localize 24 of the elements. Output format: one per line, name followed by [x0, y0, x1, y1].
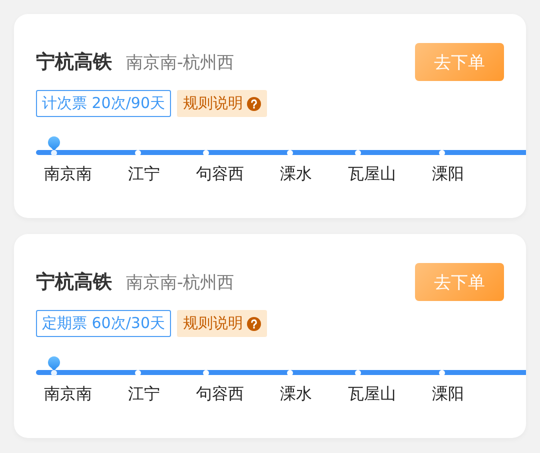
station-name: 江宁	[128, 164, 160, 185]
station-name: 溧阳	[432, 164, 464, 185]
route-text: 南京南-杭州西	[126, 272, 234, 294]
line-title: 宁杭高铁	[36, 270, 112, 295]
station-name: 句容西	[196, 384, 244, 405]
station-name: 江宁	[128, 384, 160, 405]
station-name: 南京南	[44, 384, 92, 405]
station-name: 溧水	[280, 164, 312, 185]
line-title: 宁杭高铁	[36, 50, 112, 75]
order-button[interactable]: 去下单	[415, 263, 504, 301]
station-name: 南京南	[44, 164, 92, 185]
rules-link[interactable]: 规则说明	[177, 310, 267, 337]
ticket-tag: 计次票 20次/90天	[36, 90, 171, 117]
route-text: 南京南-杭州西	[126, 52, 234, 74]
station-name: 溧阳	[432, 384, 464, 405]
help-icon	[247, 96, 261, 110]
station-name: 瓦屋山	[348, 164, 396, 185]
help-icon	[247, 316, 261, 330]
ticket-tag: 定期票 60次/30天	[36, 310, 171, 337]
station-name: 瓦屋山	[348, 384, 396, 405]
station-name: 句容西	[196, 164, 244, 185]
rules-link[interactable]: 规则说明	[177, 90, 267, 117]
station-name: 溧水	[280, 384, 312, 405]
order-button[interactable]: 去下单	[415, 43, 504, 81]
